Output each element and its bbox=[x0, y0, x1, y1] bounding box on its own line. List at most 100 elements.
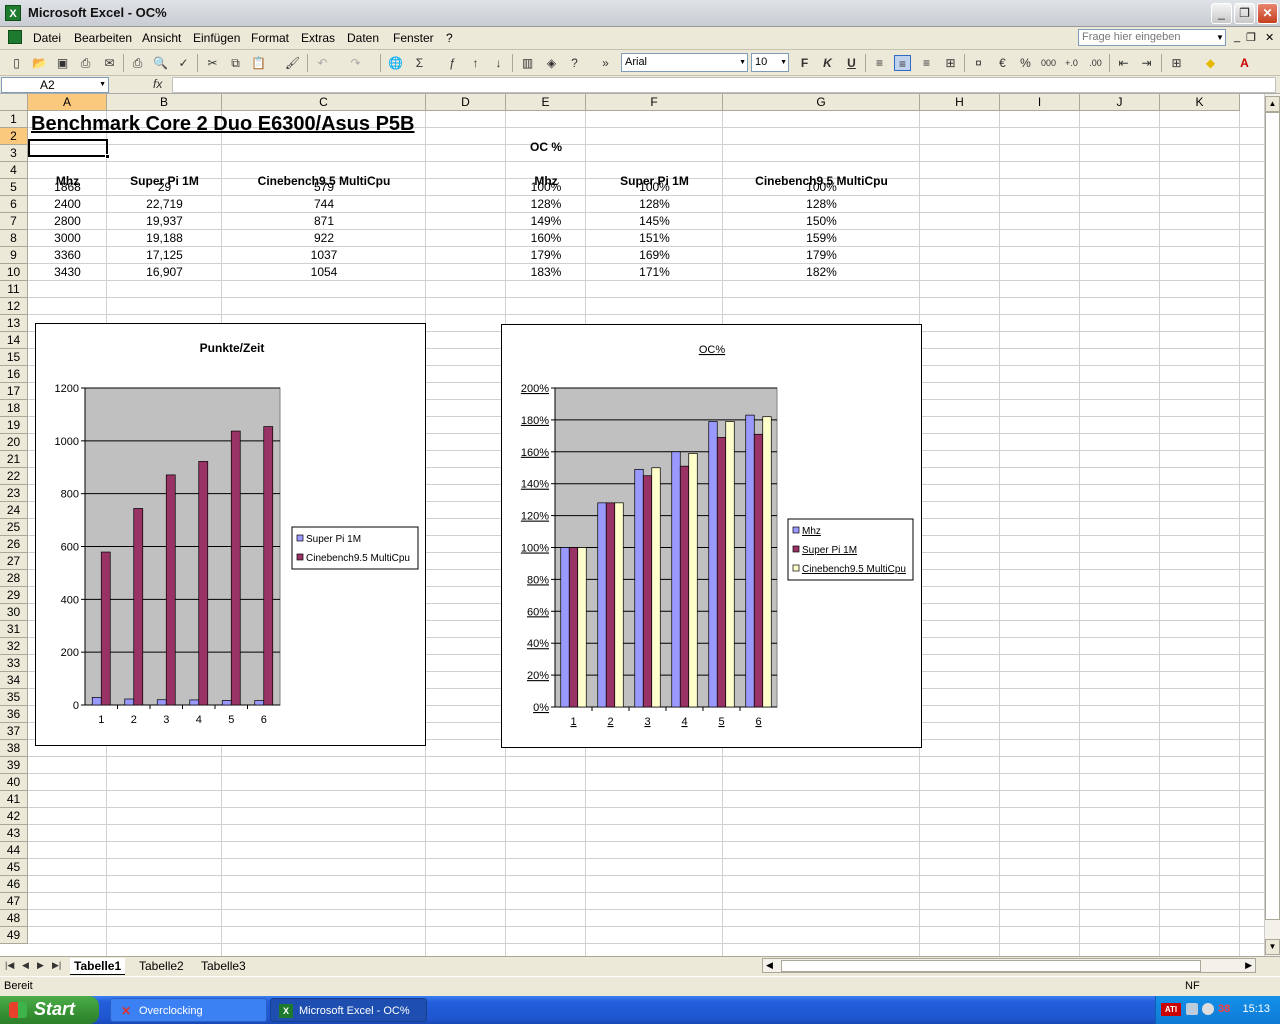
row-header-38[interactable]: 38 bbox=[0, 740, 28, 757]
scroll-up-icon[interactable]: ▲ bbox=[1265, 96, 1280, 112]
scroll-down-icon[interactable]: ▼ bbox=[1265, 939, 1280, 955]
fill-handle[interactable] bbox=[105, 154, 110, 159]
active-cell-a2[interactable] bbox=[28, 139, 110, 159]
sort-ascending-icon[interactable]: ↑ bbox=[467, 55, 484, 71]
cell-mhz-pct[interactable]: 149% bbox=[506, 213, 586, 230]
column-header-c[interactable]: C bbox=[222, 94, 426, 111]
row-header-34[interactable]: 34 bbox=[0, 672, 28, 689]
toolbar-options-icon[interactable]: » bbox=[597, 55, 614, 71]
row-header-24[interactable]: 24 bbox=[0, 502, 28, 519]
maximize-button[interactable]: ❐ bbox=[1234, 3, 1255, 24]
cell-cinebench-pct[interactable]: 159% bbox=[723, 230, 920, 247]
ask-question-input[interactable]: Frage hier eingeben ▼ bbox=[1078, 29, 1226, 46]
row-header-16[interactable]: 16 bbox=[0, 366, 28, 383]
row-header-22[interactable]: 22 bbox=[0, 468, 28, 485]
align-right-icon[interactable]: ≡ bbox=[918, 55, 935, 71]
font-size-select[interactable]: 10 ▼ bbox=[751, 53, 789, 72]
spelling-icon[interactable]: ✓ bbox=[175, 55, 192, 71]
cell-superpi-pct[interactable]: 171% bbox=[586, 264, 723, 281]
tab-tabelle1[interactable]: Tabelle1 bbox=[70, 958, 126, 975]
cell-superpi[interactable]: 19,937 bbox=[107, 213, 222, 230]
tray-app-icon[interactable] bbox=[1202, 1003, 1214, 1015]
cell-mhz-pct[interactable]: 128% bbox=[506, 196, 586, 213]
row-header-25[interactable]: 25 bbox=[0, 519, 28, 536]
row-header-12[interactable]: 12 bbox=[0, 298, 28, 315]
tab-tabelle3[interactable]: Tabelle3 bbox=[197, 958, 250, 975]
doc-minimize-icon[interactable]: _ bbox=[1234, 31, 1240, 43]
column-header-e[interactable]: E bbox=[506, 94, 586, 111]
row-header-30[interactable]: 30 bbox=[0, 604, 28, 621]
close-button[interactable]: ✕ bbox=[1257, 3, 1278, 24]
row-header-29[interactable]: 29 bbox=[0, 587, 28, 604]
font-name-select[interactable]: Arial ▼ bbox=[621, 53, 748, 72]
row-header-40[interactable]: 40 bbox=[0, 774, 28, 791]
row-header-11[interactable]: 11 bbox=[0, 281, 28, 298]
first-sheet-icon[interactable]: |◀ bbox=[5, 960, 14, 971]
redo-icon[interactable]: ↷ bbox=[347, 55, 364, 71]
row-header-45[interactable]: 45 bbox=[0, 859, 28, 876]
cell-cinebench[interactable]: 922 bbox=[222, 230, 426, 247]
cell-cinebench-pct[interactable]: 128% bbox=[723, 196, 920, 213]
row-header-23[interactable]: 23 bbox=[0, 485, 28, 502]
row-header-1[interactable]: 1 bbox=[0, 111, 28, 128]
save-icon[interactable]: ▣ bbox=[54, 55, 71, 71]
chart-punkte-zeit[interactable]: Punkte/Zeit 0 200 400 600 800 1000 1200 1 2 3 4 5 6 S… bbox=[35, 323, 426, 746]
cell-mhz-pct[interactable]: 179% bbox=[506, 247, 586, 264]
cell-mhz-pct[interactable]: 160% bbox=[506, 230, 586, 247]
column-header-h[interactable]: H bbox=[920, 94, 1000, 111]
hyperlink-icon[interactable]: 🌐 bbox=[387, 55, 404, 71]
cell-mhz[interactable]: 3430 bbox=[28, 264, 107, 281]
spreadsheet-grid[interactable]: ABCDEFGHIJK 1 2 3 4 5 6 7 8 9 10 11 12 13 14 15 16 17 18 1… bbox=[0, 94, 1264, 956]
increase-indent-icon[interactable]: ⇥ bbox=[1138, 55, 1155, 71]
cell-cinebench-pct[interactable]: 150% bbox=[723, 213, 920, 230]
row-header-46[interactable]: 46 bbox=[0, 876, 28, 893]
hscroll-thumb[interactable] bbox=[781, 960, 1201, 972]
column-header-a[interactable]: A bbox=[28, 94, 107, 111]
row-header-14[interactable]: 14 bbox=[0, 332, 28, 349]
menu-daten[interactable]: Daten bbox=[347, 31, 379, 45]
row-header-13[interactable]: 13 bbox=[0, 315, 28, 332]
row-header-4[interactable]: 4 bbox=[0, 162, 28, 179]
cell-superpi-pct[interactable]: 128% bbox=[586, 196, 723, 213]
column-header-j[interactable]: J bbox=[1080, 94, 1160, 111]
chevron-down-icon[interactable]: ▼ bbox=[1215, 30, 1225, 45]
cell-mhz-pct[interactable]: 183% bbox=[506, 264, 586, 281]
vertical-scrollbar[interactable]: ▲ ▼ bbox=[1264, 94, 1280, 956]
column-header-k[interactable]: K bbox=[1160, 94, 1240, 111]
scroll-left-icon[interactable]: ◀ bbox=[766, 960, 773, 971]
menu-extras[interactable]: Extras bbox=[301, 31, 335, 45]
column-header-d[interactable]: D bbox=[426, 94, 506, 111]
doc-restore-icon[interactable]: ❐ bbox=[1246, 31, 1256, 44]
cell-cinebench-pct[interactable]: 179% bbox=[723, 247, 920, 264]
merge-center-icon[interactable]: ⊞ bbox=[942, 55, 959, 71]
horizontal-scrollbar[interactable]: ◀ ▶ bbox=[762, 958, 1256, 973]
row-header-17[interactable]: 17 bbox=[0, 383, 28, 400]
chart-oc-percent[interactable]: OC% 0% 20% 40% 60% 80% 100% 120% 140% 160% 180% 20… bbox=[501, 324, 922, 748]
cell-mhz[interactable]: 3360 bbox=[28, 247, 107, 264]
row-header-48[interactable]: 48 bbox=[0, 910, 28, 927]
new-icon[interactable]: ▯ bbox=[8, 55, 25, 71]
taskbar-item-excel[interactable]: X Microsoft Excel - OC% bbox=[270, 998, 427, 1022]
bold-button[interactable]: F bbox=[796, 55, 813, 71]
print-preview-icon[interactable]: 🔍 bbox=[152, 55, 169, 71]
row-header-32[interactable]: 32 bbox=[0, 638, 28, 655]
prev-sheet-icon[interactable]: ◀ bbox=[22, 960, 29, 971]
function-icon[interactable]: ƒ bbox=[444, 55, 461, 71]
row-header-15[interactable]: 15 bbox=[0, 349, 28, 366]
menu-fenster[interactable]: Fenster bbox=[393, 31, 434, 45]
row-header-42[interactable]: 42 bbox=[0, 808, 28, 825]
cell-cinebench[interactable]: 744 bbox=[222, 196, 426, 213]
percent-button[interactable]: % bbox=[1017, 55, 1034, 71]
row-header-26[interactable]: 26 bbox=[0, 536, 28, 553]
autosum-icon[interactable]: Σ bbox=[411, 55, 428, 71]
cell-superpi[interactable]: 16,907 bbox=[107, 264, 222, 281]
cell-mhz-pct[interactable]: 100% bbox=[506, 179, 586, 196]
row-header-9[interactable]: 9 bbox=[0, 247, 28, 264]
cell-superpi-pct[interactable]: 145% bbox=[586, 213, 723, 230]
chevron-down-icon[interactable]: ▼ bbox=[739, 54, 746, 71]
cell-mhz[interactable]: 3000 bbox=[28, 230, 107, 247]
increase-decimal-icon[interactable]: +.0 bbox=[1063, 55, 1080, 71]
drawing-icon[interactable]: ◈ bbox=[543, 55, 560, 71]
row-header-10[interactable]: 10 bbox=[0, 264, 28, 281]
fill-color-icon[interactable]: ◆ bbox=[1202, 55, 1219, 71]
